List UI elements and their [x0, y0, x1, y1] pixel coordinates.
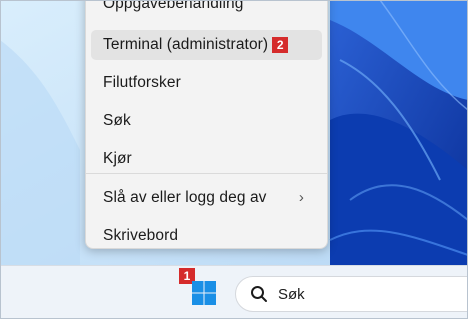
- menu-item-desktop[interactable]: Skrivebord: [91, 221, 322, 251]
- menu-item-label: Kjør: [103, 150, 132, 167]
- windows-logo-icon: [192, 281, 216, 305]
- menu-item-label: Søk: [103, 112, 131, 129]
- quick-link-menu: Oppgavebehandling Terminal (administrato…: [85, 0, 328, 249]
- menu-item-label: Oppgavebehandling: [103, 0, 244, 12]
- menu-item-shutdown-signout[interactable]: Slå av eller logg deg av ›: [91, 183, 322, 213]
- menu-item-file-explorer[interactable]: Filutforsker: [91, 68, 322, 98]
- menu-item-terminal-admin[interactable]: Terminal (administrator) 2: [91, 30, 322, 60]
- chevron-right-icon: ›: [298, 189, 304, 206]
- menu-item-label: Terminal (administrator): [103, 36, 269, 53]
- menu-item-search[interactable]: Søk: [91, 106, 322, 136]
- menu-item-task-manager[interactable]: Oppgavebehandling: [91, 0, 322, 19]
- menu-item-label: Skrivebord: [103, 227, 179, 244]
- menu-separator: [86, 173, 327, 174]
- menu-item-label: Filutforsker: [103, 74, 181, 91]
- menu-item-label: Slå av eller logg deg av: [103, 189, 267, 206]
- start-button[interactable]: [189, 278, 219, 308]
- step-badge-2: 2: [272, 37, 289, 53]
- taskbar-search-box[interactable]: Søk: [235, 276, 468, 312]
- search-icon: [251, 286, 267, 302]
- search-label: Søk: [278, 285, 305, 303]
- menu-item-run[interactable]: Kjør: [91, 144, 322, 174]
